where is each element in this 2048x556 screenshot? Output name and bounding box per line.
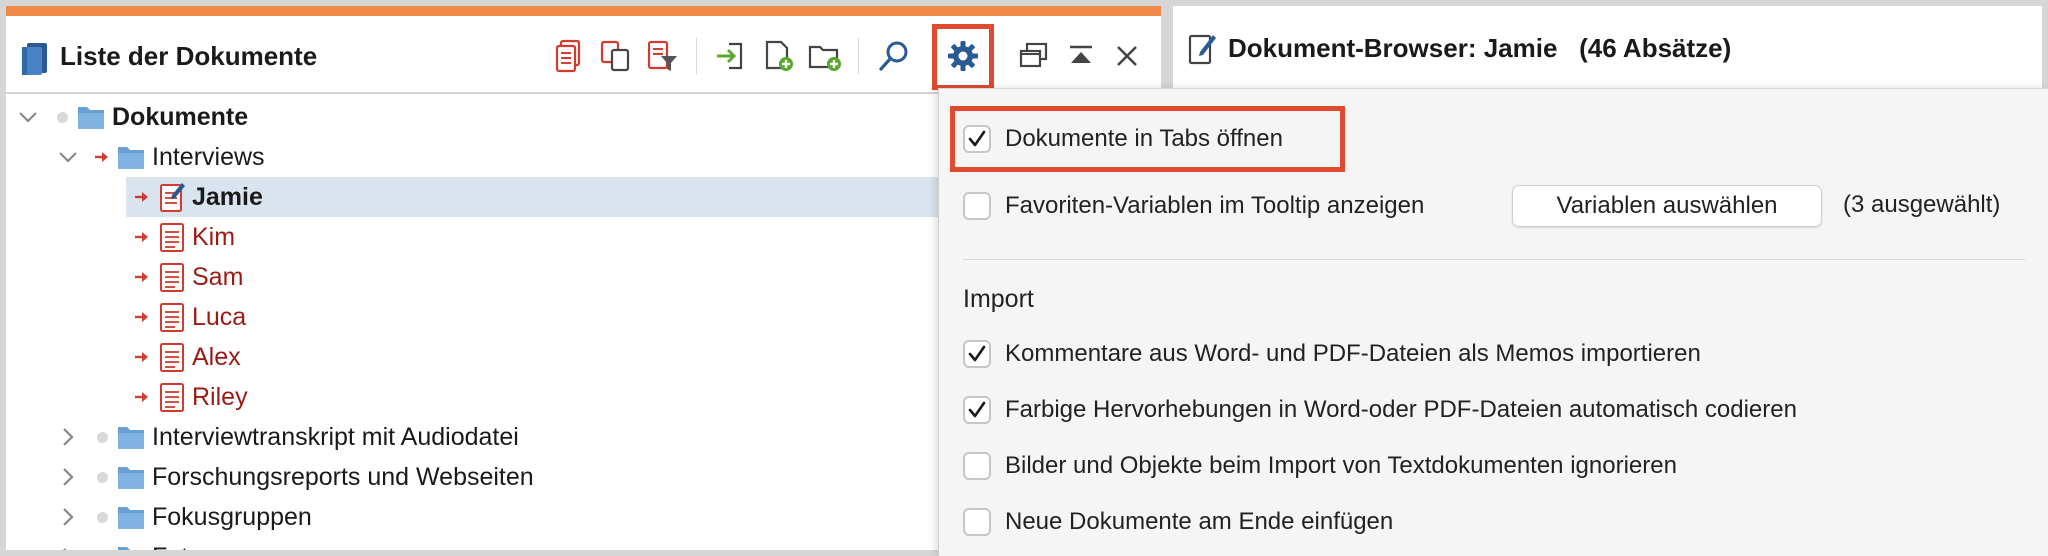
selected-variables-count: (3 ausgewählt) [1843, 191, 2001, 218]
favorite-variables-option[interactable]: Favoriten-Variablen im Tooltip anzeigen [963, 188, 1424, 224]
panel-accent-bar [6, 6, 1161, 16]
settings-popover: Dokumente in Tabs öffnen Favoriten-Varia… [938, 88, 2048, 556]
folder-icon [118, 427, 144, 449]
ignore-images-checkbox[interactable] [963, 452, 991, 480]
tree-document-label: Riley [192, 383, 248, 411]
auto-code-highlights-checkbox[interactable] [963, 396, 991, 424]
activated-arrow-icon [135, 192, 148, 202]
tree-document-label: Sam [192, 263, 244, 291]
document-icon [160, 383, 184, 412]
chevron-down-icon[interactable] [16, 105, 40, 129]
chevron-right-icon[interactable] [56, 425, 80, 449]
folder-icon [78, 107, 104, 129]
activated-arrow-icon [135, 272, 148, 282]
gear-icon[interactable] [941, 34, 985, 78]
document-list-icon [22, 43, 47, 75]
folder-icon [118, 467, 144, 489]
tree-document-label: Luca [192, 303, 247, 331]
select-variables-button[interactable]: Variablen auswählen [1512, 185, 1822, 227]
activated-arrow-icon [135, 352, 148, 362]
import-comments-option[interactable]: Kommentare aus Word- und PDF-Dateien als… [963, 336, 1701, 372]
activated-arrow-icon [95, 152, 108, 162]
tree-folder-label: Interviewtranskript mit Audiodatei [152, 423, 519, 451]
ignore-images-label: Bilder und Objekte beim Import von Textd… [1005, 452, 1677, 479]
close-icon[interactable] [1105, 34, 1149, 78]
tree-folder-label: Fokusgruppen [152, 503, 312, 531]
insert-at-end-label: Neue Dokumente am Ende einfügen [1005, 508, 1394, 535]
status-dot [97, 512, 108, 523]
chevron-right-icon[interactable] [56, 465, 80, 489]
chevron-right-icon[interactable] [56, 545, 80, 550]
new-document-icon[interactable] [757, 34, 801, 78]
document-browser-header: Dokument-Browser: Jamie (46 Absätze) [1173, 6, 2042, 88]
document-browser-title-text: Dokument-Browser: Jamie [1228, 33, 1558, 63]
document-icon [160, 343, 184, 372]
favorite-variables-label: Favoriten-Variablen im Tooltip anzeigen [1005, 192, 1425, 219]
insert-at-end-checkbox[interactable] [963, 508, 991, 536]
checkmark-icon [968, 401, 986, 418]
activated-arrow-icon [135, 392, 148, 402]
edit-document-icon [1188, 34, 1216, 65]
collapse-window-icon[interactable] [1059, 34, 1103, 78]
favorite-variables-checkbox[interactable] [963, 192, 991, 220]
insert-at-end-option[interactable]: Neue Dokumente am Ende einfügen [963, 504, 1393, 540]
tree-folder-label: Interviews [152, 143, 265, 171]
document-browser-title: Dokument-Browser: Jamie (46 Absätze) [1228, 30, 1731, 66]
activated-arrow-icon [135, 232, 148, 242]
folder-icon [118, 547, 144, 550]
document-list-title: Liste der Dokumente [60, 41, 318, 71]
copy-documents-icon[interactable] [594, 34, 638, 78]
open-in-tabs-checkbox[interactable] [963, 125, 991, 153]
import-section-heading: Import [963, 285, 1034, 313]
import-comments-label: Kommentare aus Word- und PDF-Dateien als… [1005, 340, 1701, 367]
status-dot [57, 112, 68, 123]
document-edit-icon [160, 183, 185, 212]
toolbar-separator [858, 38, 859, 74]
undock-window-icon[interactable] [1012, 34, 1056, 78]
import-documents-icon[interactable] [709, 34, 753, 78]
ignore-images-option[interactable]: Bilder und Objekte beim Import von Textd… [963, 448, 1677, 484]
tree-document-label: Alex [192, 343, 241, 371]
new-document-group-icon[interactable] [803, 34, 847, 78]
document-icon [160, 303, 184, 332]
document-icon [160, 263, 184, 292]
chevron-down-icon[interactable] [56, 145, 80, 169]
chevron-right-icon[interactable] [56, 505, 80, 529]
tree-document-label: Kim [192, 223, 236, 251]
auto-code-highlights-option[interactable]: Farbige Hervorhebungen in Word-oder PDF-… [963, 392, 1797, 428]
document-icon [160, 223, 184, 252]
tree-root-label: Dokumente [112, 103, 249, 131]
checkmark-icon [968, 345, 986, 362]
open-in-tabs-label: Dokumente in Tabs öffnen [1005, 125, 1283, 152]
import-comments-checkbox[interactable] [963, 340, 991, 368]
document-list-header: Liste der Dokumente [6, 16, 1161, 94]
tree-folder-label: Fotos [152, 537, 215, 550]
status-dot [97, 432, 108, 443]
auto-code-highlights-label: Farbige Hervorhebungen in Word-oder PDF-… [1005, 396, 1797, 423]
popover-divider [963, 259, 2025, 260]
activate-all-documents-icon[interactable] [548, 34, 592, 78]
toolbar-separator [696, 38, 697, 74]
search-icon[interactable] [872, 34, 916, 78]
folder-icon [118, 507, 144, 529]
paragraph-count: (46 Absätze) [1579, 33, 1732, 63]
checkmark-icon [968, 130, 986, 147]
open-in-tabs-option[interactable]: Dokumente in Tabs öffnen [963, 121, 1283, 157]
tree-document-label: Jamie [192, 183, 263, 211]
activated-arrow-icon [135, 312, 148, 322]
status-dot [97, 472, 108, 483]
filter-documents-icon[interactable] [640, 34, 684, 78]
folder-icon [118, 147, 144, 169]
tree-folder-label: Forschungsreports und Webseiten [152, 463, 534, 491]
